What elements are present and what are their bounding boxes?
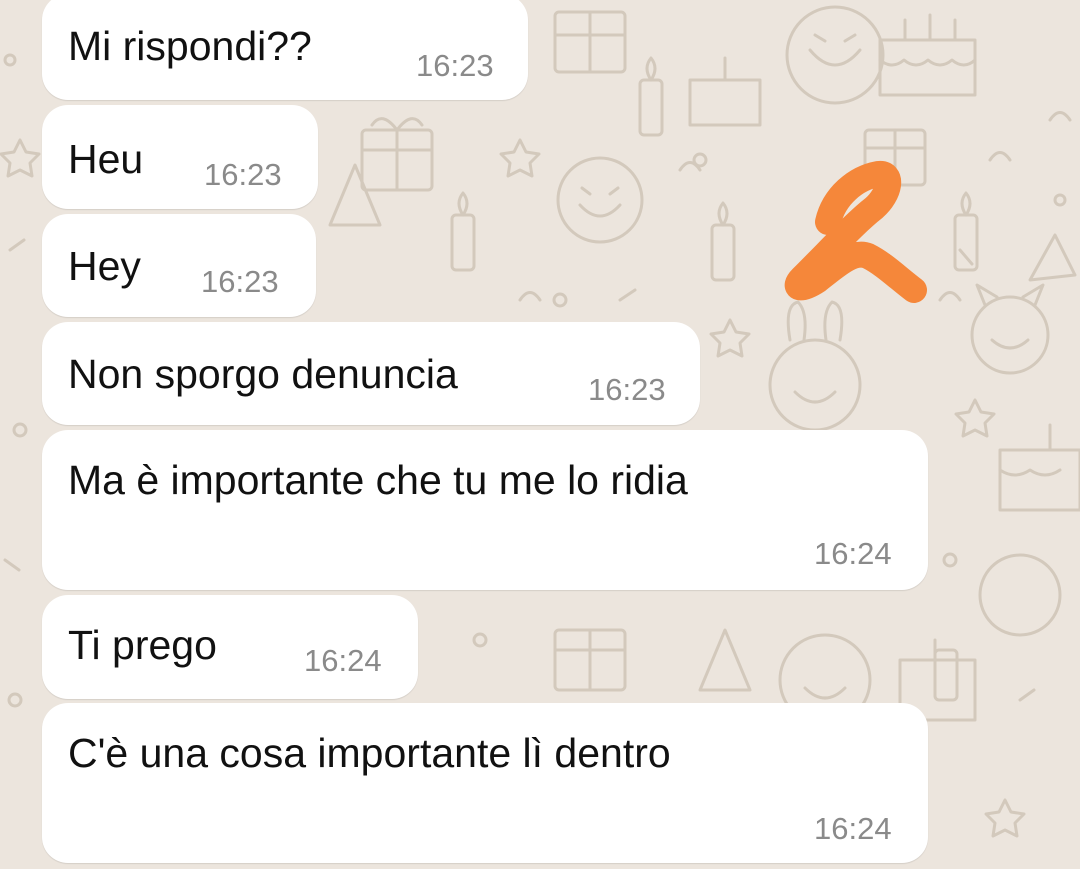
message-text: Non sporgo denuncia <box>68 351 458 397</box>
message-bubble[interactable]: Ti prego 16:24 <box>42 595 418 699</box>
orange-scribble-annotation <box>784 161 927 303</box>
scribble-stroke <box>784 161 927 303</box>
message-text: Hey <box>68 243 141 289</box>
message-bubble[interactable]: Heu 16:23 <box>42 105 318 209</box>
message-bubble[interactable]: C'è una cosa importante lì dentro 16:24 <box>42 703 928 863</box>
message-text: Ti prego <box>68 622 217 668</box>
message-time: 16:23 <box>201 264 279 299</box>
message-time: 16:23 <box>204 157 282 192</box>
message-time: 16:24 <box>814 536 892 571</box>
message-text: Ma è importante che tu me lo ridia <box>68 457 688 503</box>
message-time: 16:23 <box>416 48 494 83</box>
message-time: 16:24 <box>304 643 382 678</box>
message-text: Heu <box>68 136 144 182</box>
message-bubble[interactable]: Ma è importante che tu me lo ridia 16:24 <box>42 430 928 590</box>
message-text: C'è una cosa importante lì dentro <box>68 730 671 776</box>
message-bubble[interactable]: Hey 16:23 <box>42 214 316 317</box>
message-time: 16:23 <box>588 372 666 407</box>
message-bubble[interactable]: Mi rispondi?? 16:23 <box>42 0 528 100</box>
message-bubble[interactable]: Non sporgo denuncia 16:23 <box>42 322 700 425</box>
message-text: Mi rispondi?? <box>68 23 312 69</box>
message-time: 16:24 <box>814 811 892 846</box>
chat-message-list[interactable]: Mi rispondi?? 16:23 Heu 16:23 Hey 16:23 … <box>0 0 1080 869</box>
